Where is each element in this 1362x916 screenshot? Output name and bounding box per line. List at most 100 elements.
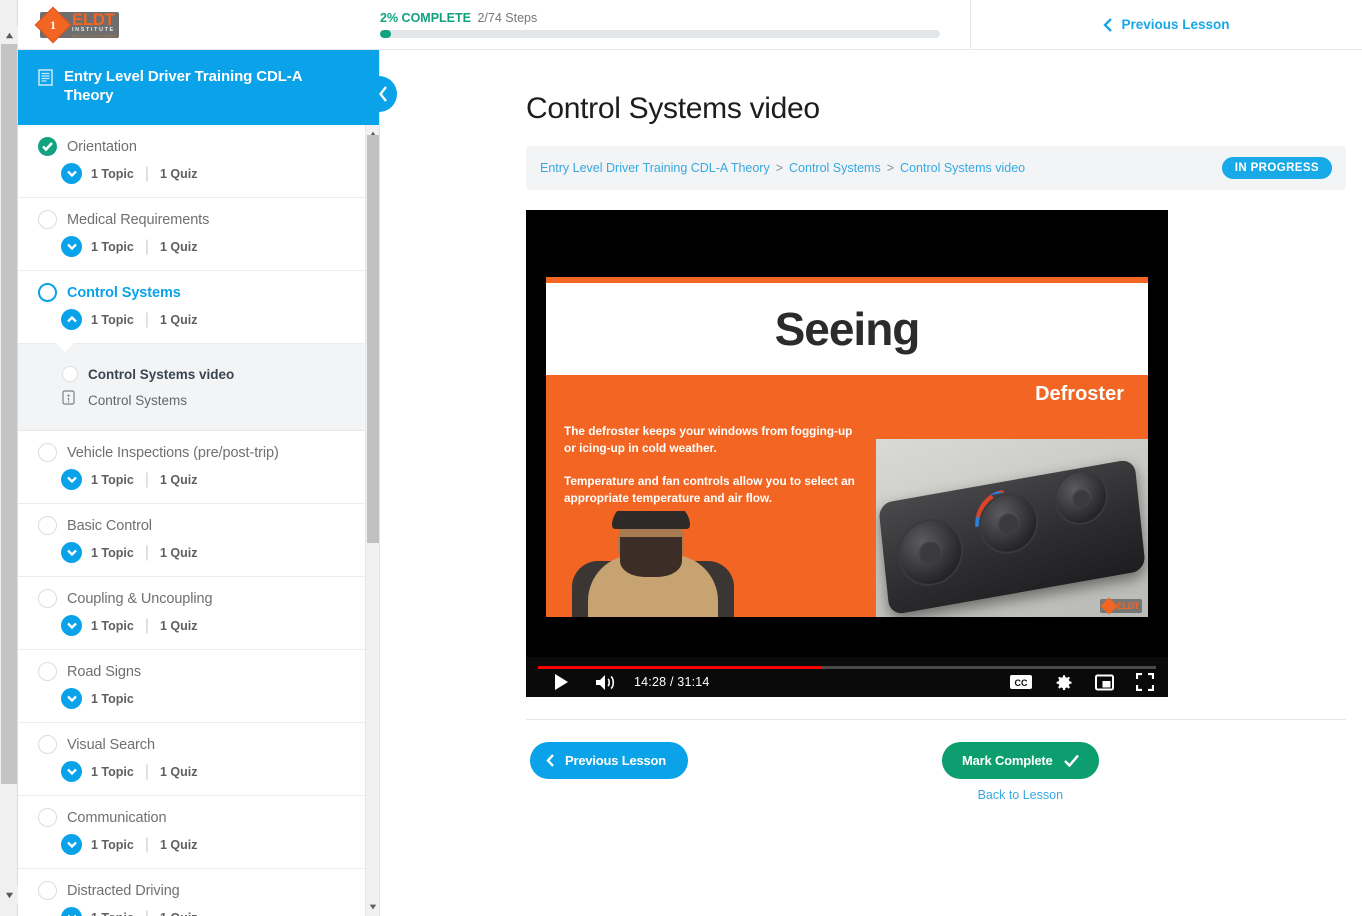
watermark-diamond-icon <box>1100 597 1118 615</box>
sidebar-lesson-vehicle-inspections-pre-post-trip[interactable]: Vehicle Inspections (pre/post-trip) 1 Top… <box>18 431 365 504</box>
fan-speed-knob-icon <box>894 513 967 592</box>
previous-lesson-label: Previous Lesson <box>565 753 667 768</box>
mark-complete-group: Mark Complete Back to Lesson <box>942 742 1099 802</box>
page-scrollbar-thumb[interactable] <box>1 44 17 784</box>
sidebar-lesson-visual-search[interactable]: Visual Search 1 Topic | 1 Quiz <box>18 723 365 796</box>
closed-captions-button[interactable]: CC <box>1010 674 1032 690</box>
scroll-up-arrow-icon[interactable] <box>0 26 18 44</box>
sidebar-sub-item-topic[interactable]: Control Systems video <box>38 362 347 386</box>
sidebar-lesson-communication[interactable]: Communication 1 Topic | 1 Quiz <box>18 796 365 869</box>
chevron-down-icon[interactable] <box>61 236 82 257</box>
sidebar-lesson-control-systems[interactable]: Control Systems 1 Topic | 1 Quiz <box>18 271 365 344</box>
chevron-down-icon[interactable] <box>61 688 82 709</box>
lesson-row[interactable]: Control Systems <box>38 283 347 302</box>
lesson-row[interactable]: Medical Requirements <box>38 210 347 229</box>
hvac-control-photo: ELDT <box>876 439 1148 617</box>
check-icon <box>1063 754 1079 767</box>
video-controls-bar: 14:28 / 31:14 CC <box>526 657 1168 697</box>
course-book-icon <box>38 69 53 91</box>
lesson-meta-separator: | <box>144 164 149 182</box>
lesson-name: Vehicle Inspections (pre/post-trip) <box>67 444 279 461</box>
sidebar-lesson-distracted-driving[interactable]: Distracted Driving 1 Topic | 1 Quiz <box>18 869 365 916</box>
play-button[interactable] <box>548 671 574 693</box>
sidebar-header: Entry Level Driver Training CDL-A Theory <box>18 50 397 125</box>
previous-lesson-header-button[interactable]: Previous Lesson <box>970 0 1362 50</box>
lesson-row[interactable]: Orientation <box>38 137 347 156</box>
slide-text: The defroster keeps your windows from fo… <box>564 423 864 507</box>
lesson-row[interactable]: Communication <box>38 808 347 827</box>
video-time-display: 14:28 / 31:14 <box>634 675 710 689</box>
lesson-name: Distracted Driving <box>67 882 180 899</box>
breadcrumb-separator: > <box>775 161 784 175</box>
sidebar-lesson-coupling-uncoupling[interactable]: Coupling & Uncoupling 1 Topic | 1 Quiz <box>18 577 365 650</box>
mode-knob-icon <box>1051 465 1111 530</box>
lesson-row[interactable]: Visual Search <box>38 735 347 754</box>
lesson-quiz-count: 1 Quiz <box>160 312 198 327</box>
sidebar-lesson-orientation[interactable]: Orientation 1 Topic | 1 Quiz <box>18 125 365 198</box>
video-stage[interactable]: Seeing Defroster The defroster keeps you… <box>526 210 1168 657</box>
lesson-row[interactable]: Road Signs <box>38 662 347 681</box>
lesson-row[interactable]: Coupling & Uncoupling <box>38 589 347 608</box>
chevron-down-icon[interactable] <box>61 615 82 636</box>
lesson-quiz-count: 1 Quiz <box>160 239 198 254</box>
chevron-down-icon[interactable] <box>61 907 82 916</box>
lesson-incomplete-circle-icon <box>38 589 57 608</box>
lesson-meta: 1 Topic | 1 Quiz <box>61 761 347 782</box>
sidebar-lesson-road-signs[interactable]: Road Signs 1 Topic <box>18 650 365 723</box>
progress-bar-track <box>380 30 940 38</box>
previous-lesson-button[interactable]: Previous Lesson <box>530 742 689 779</box>
chevron-down-icon[interactable] <box>61 542 82 563</box>
lesson-quiz-count: 1 Quiz <box>160 545 198 560</box>
lesson-row[interactable]: Basic Control <box>38 516 347 535</box>
sub-item-label: Control Systems video <box>88 366 235 382</box>
hvac-panel-graphic <box>878 458 1146 616</box>
sidebar-lesson-medical-requirements[interactable]: Medical Requirements 1 Topic | 1 Quiz <box>18 198 365 271</box>
sidebar-sub-item-quiz[interactable]: Control Systems <box>38 386 347 414</box>
video-player[interactable]: Seeing Defroster The defroster keeps you… <box>526 210 1168 697</box>
lesson-meta: 1 Topic | 1 Quiz <box>61 469 347 490</box>
sub-item-status-circle-icon <box>62 366 78 382</box>
sidebar-lesson-basic-control[interactable]: Basic Control 1 Topic | 1 Quiz <box>18 504 365 577</box>
logo-diamond-letter: 1 <box>50 17 56 32</box>
course-title: Entry Level Driver Training CDL-A Theory <box>64 68 302 104</box>
lesson-meta-separator: | <box>144 237 149 255</box>
lesson-quiz-count: 1 Quiz <box>160 472 198 487</box>
settings-gear-icon[interactable] <box>1054 673 1073 692</box>
sidebar-scrollbar[interactable] <box>365 125 379 916</box>
chevron-down-icon[interactable] <box>61 163 82 184</box>
breadcrumb-item-lesson[interactable]: Control Systems <box>789 161 881 175</box>
fullscreen-button[interactable] <box>1136 673 1154 691</box>
chevron-down-icon[interactable] <box>61 761 82 782</box>
previous-lesson-header-label: Previous Lesson <box>1121 17 1230 32</box>
volume-button[interactable] <box>590 671 620 693</box>
page-title: Control Systems video <box>526 92 820 125</box>
lesson-name: Visual Search <box>67 736 155 753</box>
slide-title: Seeing <box>774 303 921 355</box>
back-to-lesson-link[interactable]: Back to Lesson <box>978 788 1063 802</box>
chevron-up-icon[interactable] <box>61 309 82 330</box>
logo-diamond-icon: 1 <box>34 6 72 43</box>
video-controls-row: 14:28 / 31:14 CC <box>526 667 1168 697</box>
main-content: Control Systems video Entry Level Driver… <box>380 50 1362 916</box>
lesson-meta: 1 Topic <box>61 688 347 709</box>
lesson-meta-separator: | <box>145 909 149 916</box>
chevron-down-icon[interactable] <box>61 834 82 855</box>
scroll-down-arrow-icon[interactable] <box>0 886 18 904</box>
page-scrollbar[interactable] <box>0 0 18 916</box>
lesson-row[interactable]: Vehicle Inspections (pre/post-trip) <box>38 443 347 462</box>
lesson-name: Orientation <box>67 138 137 155</box>
miniplayer-button[interactable] <box>1095 674 1114 691</box>
lesson-row[interactable]: Distracted Driving <box>38 881 347 900</box>
presenter-video-overlay <box>564 511 740 617</box>
site-logo[interactable]: 1 ELDT INSTITUTE Entry Level Driver Trai… <box>18 0 380 50</box>
breadcrumb-item-course[interactable]: Entry Level Driver Training CDL-A Theory <box>540 161 770 175</box>
course-sidebar: Entry Level Driver Training CDL-A Theory… <box>18 50 397 916</box>
sidebar-scroll-down-icon[interactable] <box>366 900 379 914</box>
lesson-quiz-count: 1 Quiz <box>160 837 198 852</box>
sidebar-collapse-button[interactable] <box>361 76 397 112</box>
breadcrumb-item-topic[interactable]: Control Systems video <box>900 161 1025 175</box>
chevron-down-icon[interactable] <box>61 469 82 490</box>
mark-complete-button[interactable]: Mark Complete <box>942 742 1099 779</box>
sidebar-scrollbar-thumb[interactable] <box>367 135 379 543</box>
slide-body: Defroster The defroster keeps your windo… <box>546 375 1148 617</box>
